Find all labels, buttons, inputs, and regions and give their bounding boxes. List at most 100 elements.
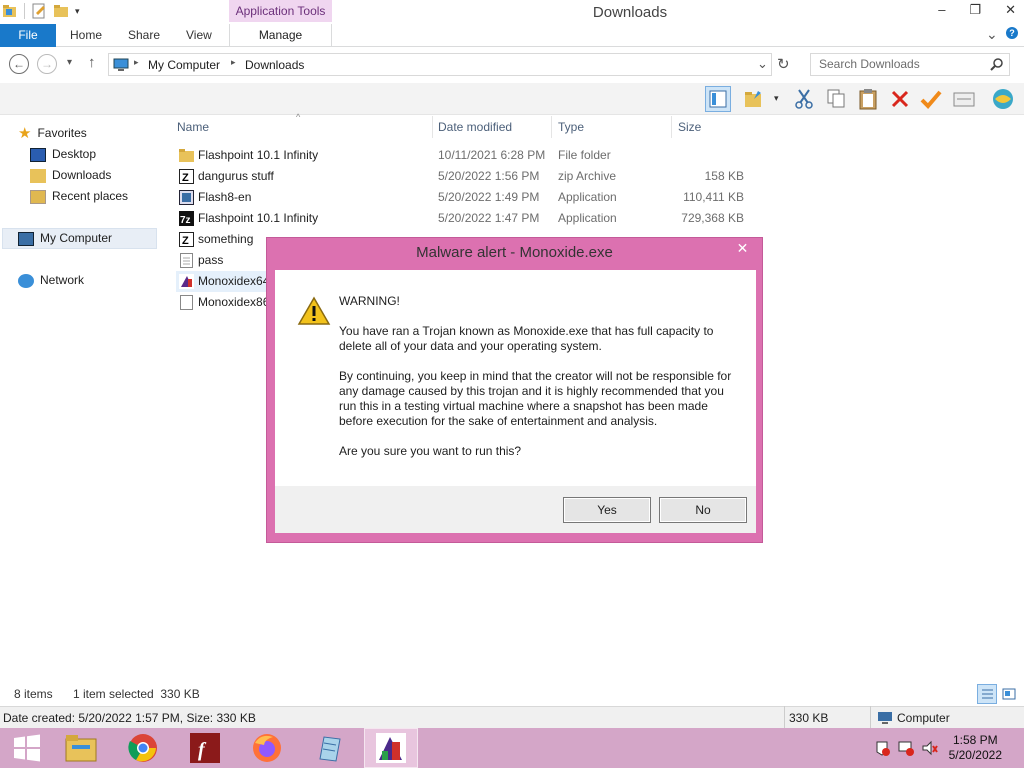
refresh-button[interactable]: ↻ <box>777 55 790 73</box>
zip-icon: Z <box>179 232 194 247</box>
clock-date: 5/20/2022 <box>948 748 1002 762</box>
taskbar-flash[interactable]: f <box>178 728 232 768</box>
file-size: 729,368 KB <box>681 211 744 225</box>
preview-pane-icon[interactable] <box>705 86 731 112</box>
nav-downloads[interactable]: Downloads <box>30 165 111 186</box>
back-button[interactable]: ← <box>9 54 29 74</box>
status-divider <box>870 706 871 728</box>
file-date: 5/20/2022 1:49 PM <box>438 190 540 204</box>
tab-file[interactable]: File <box>0 24 56 47</box>
rename-icon[interactable] <box>918 86 944 112</box>
breadcrumb-separator-icon: ▸ <box>134 57 139 67</box>
status-size: 330 KB <box>789 711 829 725</box>
nav-network-label: Network <box>40 273 85 287</box>
properties-toolbar-icon[interactable] <box>951 86 977 112</box>
up-button[interactable]: ↑ <box>88 54 96 71</box>
tab-home[interactable]: Home <box>70 24 102 47</box>
search-input[interactable]: Search Downloads <box>810 53 1010 76</box>
file-name: something <box>198 232 254 246</box>
nav-recent-places[interactable]: Recent places <box>30 186 128 207</box>
status-location: Computer <box>897 711 950 725</box>
delete-icon[interactable] <box>887 86 913 112</box>
start-button[interactable] <box>0 728 54 768</box>
monoxide-icon <box>376 733 406 763</box>
address-dropdown-icon[interactable]: ⌄ <box>757 56 768 72</box>
tab-manage[interactable]: Manage <box>229 24 332 47</box>
file-row[interactable]: 7z Flashpoint 10.1 Infinity 5/20/2022 1:… <box>176 208 756 229</box>
file-row-selected[interactable]: Monoxidex64 <box>176 271 270 292</box>
maximize-button[interactable]: ❐ <box>969 2 981 18</box>
file-name: Flashpoint 10.1 Infinity <box>198 148 319 162</box>
search-icon[interactable] <box>990 57 1004 74</box>
close-button[interactable]: ✕ <box>1005 2 1016 18</box>
nav-computer-label: My Computer <box>40 231 113 245</box>
chrome-icon <box>128 734 157 762</box>
breadcrumb-downloads[interactable]: Downloads <box>245 58 304 72</box>
volume-muted-icon[interactable] <box>922 740 938 759</box>
file-type: zip Archive <box>558 169 617 183</box>
taskbar-chrome[interactable] <box>116 728 170 768</box>
dialog-body: WARNING! You have ran a Trojan known as … <box>275 270 756 486</box>
nav-favorites[interactable]: ★ Favorites <box>18 123 87 144</box>
file-date: 5/20/2022 1:56 PM <box>438 169 540 183</box>
column-divider <box>432 116 433 138</box>
file-row[interactable]: Flashpoint 10.1 Infinity 10/11/2021 6:28… <box>176 145 756 166</box>
file-type: Application <box>558 211 617 225</box>
expand-ribbon-icon[interactable]: ⌄ <box>986 26 998 43</box>
forward-button[interactable]: → <box>37 54 57 74</box>
minimize-button[interactable]: – <box>938 2 945 18</box>
window-title: Downloads <box>592 4 668 21</box>
taskbar-file-explorer[interactable] <box>54 728 108 768</box>
address-bar[interactable]: ▸ My Computer ▸ Downloads ⌄ <box>108 53 772 76</box>
taskbar-firefox[interactable] <box>240 728 294 768</box>
no-button[interactable]: No <box>659 497 747 523</box>
paste-icon[interactable] <box>855 86 881 112</box>
details-view-icon[interactable] <box>977 684 997 704</box>
taskbar-clock[interactable]: 1:58 PM 5/20/2022 <box>949 733 1002 763</box>
network-status-icon[interactable] <box>898 740 914 759</box>
nav-network[interactable]: Network <box>18 270 84 291</box>
file-explorer-icon <box>65 735 97 762</box>
recent-locations-button[interactable]: ▾ <box>67 57 72 68</box>
file-row[interactable]: Z dangurus stuff 5/20/2022 1:56 PM zip A… <box>176 166 756 187</box>
file-size <box>678 145 744 166</box>
tab-view[interactable]: View <box>186 24 212 47</box>
svg-text:Z: Z <box>182 235 189 247</box>
dialog-title: Malware alert - Monoxide.exe <box>416 244 613 261</box>
text-file-icon <box>179 253 194 268</box>
nav-downloads-label: Downloads <box>52 168 112 182</box>
globe-icon[interactable] <box>990 86 1016 112</box>
folder-options-icon[interactable] <box>742 86 768 112</box>
cut-icon[interactable] <box>791 86 817 112</box>
firefox-icon <box>253 734 281 762</box>
nav-favorites-label: Favorites <box>37 126 87 140</box>
nav-desktop[interactable]: Desktop <box>30 144 96 165</box>
taskbar-monoxide[interactable] <box>364 728 418 768</box>
column-header-type[interactable]: Type <box>558 118 584 136</box>
file-name: Monoxidex64 <box>198 274 270 288</box>
help-icon[interactable]: ? <box>1006 27 1018 39</box>
windows-logo-icon <box>14 734 40 762</box>
dialog-heading: WARNING! <box>339 294 400 308</box>
dialog-message: WARNING! You have ran a Trojan known as … <box>339 294 739 474</box>
file-size: 110,411 KB <box>683 190 744 204</box>
taskbar-notepad[interactable] <box>302 728 356 768</box>
flash-icon: f <box>190 733 220 763</box>
file-row[interactable]: Flash8-en 5/20/2022 1:49 PM Application … <box>176 187 756 208</box>
tab-share[interactable]: Share <box>128 24 160 47</box>
column-header-date[interactable]: Date modified <box>438 118 512 136</box>
yes-button[interactable]: Yes <box>563 497 651 523</box>
column-header-name[interactable]: Name <box>177 118 209 136</box>
installer-icon <box>179 190 194 205</box>
desktop-icon <box>30 147 46 162</box>
column-divider <box>671 116 672 138</box>
large-icons-view-icon[interactable] <box>1001 686 1017 705</box>
action-center-icon[interactable] <box>874 740 890 759</box>
breadcrumb-my-computer[interactable]: My Computer <box>148 58 220 72</box>
column-header-size[interactable]: Size <box>678 118 701 136</box>
nav-my-computer[interactable]: My Computer <box>18 228 112 249</box>
dialog-close-button[interactable]: ✕ <box>728 239 757 257</box>
blank-file-icon <box>179 295 194 310</box>
folder-options-dropdown-icon[interactable]: ▾ <box>774 93 779 104</box>
copy-icon[interactable] <box>823 86 849 112</box>
